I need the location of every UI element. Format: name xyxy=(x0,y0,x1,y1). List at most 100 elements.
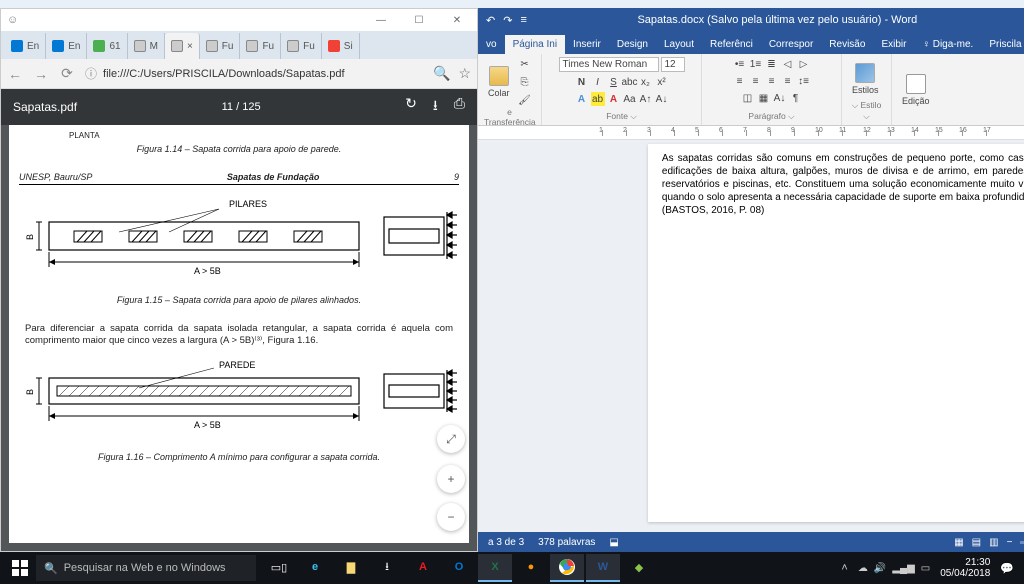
styles-button[interactable]: Estilos xyxy=(848,61,883,97)
status-words[interactable]: 378 palavras xyxy=(538,537,595,548)
tray-wifi-icon[interactable]: ▂▄▆ xyxy=(892,563,914,574)
tab-9[interactable]: Si xyxy=(322,33,360,59)
tab-layout[interactable]: Layout xyxy=(656,35,702,54)
sort-button[interactable]: A↓ xyxy=(773,91,787,105)
tray-battery-icon[interactable]: ▭ xyxy=(921,563,930,574)
edit-button[interactable]: Edição xyxy=(898,72,934,108)
numbering-button[interactable]: 1≡ xyxy=(749,57,763,71)
tab-exibir[interactable]: Exibir xyxy=(873,35,914,54)
bookmark-star-icon[interactable]: ☆ xyxy=(458,65,471,82)
font-size-select[interactable]: 12 xyxy=(661,57,685,72)
tell-me[interactable]: ♀ Diga-me. xyxy=(914,35,981,54)
tray-icons[interactable]: ☁ 🔊 ▂▄▆ ▭ xyxy=(858,563,930,574)
shading-button[interactable]: ◫ xyxy=(741,91,755,105)
multilevel-button[interactable]: ≣ xyxy=(765,57,779,71)
cut-icon[interactable]: ✂ xyxy=(518,57,532,71)
print-layout-icon[interactable]: ▤ xyxy=(972,537,981,548)
pdf-viewport[interactable]: PLANTA Figura 1.14 – Sapata corrida para… xyxy=(1,125,477,551)
read-mode-icon[interactable]: ▦ xyxy=(954,537,963,548)
shrink-font-button[interactable]: A↓ xyxy=(655,92,669,106)
pdf-zoom-out-button[interactable]: − xyxy=(437,503,465,531)
task-word[interactable]: W xyxy=(586,554,620,582)
task-app[interactable]: ◆ xyxy=(622,554,656,582)
superscript-button[interactable]: x² xyxy=(655,75,669,89)
word-canvas[interactable]: As sapatas corridas são comuns em constr… xyxy=(478,140,1024,532)
pdf-fit-button[interactable]: ⤢ xyxy=(437,425,465,453)
pdf-zoom-in-button[interactable]: + xyxy=(437,465,465,493)
tab-inserir[interactable]: Inserir xyxy=(565,35,609,54)
tab-arquivo[interactable]: vo xyxy=(478,35,505,54)
tab-revisao[interactable]: Revisão xyxy=(821,35,873,54)
font-color-button[interactable]: A xyxy=(607,92,621,106)
task-view-icon[interactable]: ▭▯ xyxy=(262,554,296,582)
chrome-max-button[interactable]: ☐ xyxy=(401,10,437,30)
cortana-search[interactable]: 🔍 Pesquisar na Web e no Windows xyxy=(36,555,256,581)
web-layout-icon[interactable]: ▥ xyxy=(989,537,998,548)
font-select[interactable]: Times New Roman xyxy=(559,57,659,72)
tab-7[interactable]: Fu xyxy=(240,33,281,59)
bullets-button[interactable]: •≡ xyxy=(733,57,747,71)
line-spacing-button[interactable]: ↕≡ xyxy=(797,74,811,88)
rotate-icon[interactable]: ↻ xyxy=(405,95,417,119)
task-chrome[interactable] xyxy=(550,554,584,582)
start-button[interactable] xyxy=(4,554,36,582)
tab-outlook-2[interactable]: En xyxy=(46,33,87,59)
task-firefox[interactable]: ● xyxy=(514,554,548,582)
zoom-slider[interactable] xyxy=(1020,541,1024,544)
indent-inc-button[interactable]: ▷ xyxy=(797,57,811,71)
search-page-icon[interactable]: 🔍 xyxy=(433,65,450,82)
back-button[interactable]: ← xyxy=(7,66,23,82)
reload-button[interactable]: ⟳ xyxy=(59,66,75,82)
task-outlook[interactable]: O xyxy=(442,554,476,582)
align-center-button[interactable]: ≡ xyxy=(749,74,763,88)
italic-button[interactable]: I xyxy=(591,75,605,89)
text-effects-button[interactable]: A xyxy=(575,92,589,106)
download-icon[interactable]: ⭳ xyxy=(433,95,438,119)
chrome-close-button[interactable]: ✕ xyxy=(439,10,475,30)
horizontal-ruler[interactable]: 1234567891011121314151617 xyxy=(478,126,1024,140)
align-right-button[interactable]: ≡ xyxy=(765,74,779,88)
copy-icon[interactable]: ⎘ xyxy=(518,75,532,89)
tab-8[interactable]: Fu xyxy=(281,33,322,59)
status-lang-icon[interactable]: ⬓ xyxy=(609,537,618,548)
zoom-out-icon[interactable]: − xyxy=(1007,537,1013,548)
tab-pagina-inicial[interactable]: Página Ini xyxy=(505,35,565,54)
redo-icon[interactable]: ↷ xyxy=(503,14,512,27)
indent-dec-button[interactable]: ◁ xyxy=(781,57,795,71)
chrome-profile-icon[interactable]: ☺ xyxy=(3,14,18,26)
tab-outlook-1[interactable]: En xyxy=(5,33,46,59)
tab-corresp[interactable]: Correspor xyxy=(761,35,821,54)
paste-button[interactable]: Colar xyxy=(484,64,514,100)
task-acrobat[interactable]: A xyxy=(406,554,440,582)
task-excel[interactable]: X xyxy=(478,554,512,582)
show-marks-button[interactable]: ¶ xyxy=(789,91,803,105)
tab-6[interactable]: Fu xyxy=(200,33,241,59)
chrome-min-button[interactable]: — xyxy=(363,10,399,30)
pdf-page-indicator[interactable]: 11 / 125 xyxy=(222,101,261,113)
user-name[interactable]: Priscila Re... xyxy=(981,35,1024,54)
bold-button[interactable]: N xyxy=(575,75,589,89)
format-painter-icon[interactable]: 🖌 xyxy=(518,93,532,107)
tab-3[interactable]: 61 xyxy=(87,33,127,59)
strike-button[interactable]: abc xyxy=(623,75,637,89)
underline-button[interactable]: S xyxy=(607,75,621,89)
tab-design[interactable]: Design xyxy=(609,35,656,54)
case-button[interactable]: Aa xyxy=(623,92,637,106)
tray-up-icon[interactable]: ˄ xyxy=(841,562,847,574)
tab-referencias[interactable]: Referênci xyxy=(702,35,761,54)
action-center-icon[interactable]: 💬 xyxy=(1000,562,1014,575)
task-store[interactable]: ⭳ xyxy=(370,554,404,582)
subscript-button[interactable]: x₂ xyxy=(639,75,653,89)
print-icon[interactable]: ⎙ xyxy=(454,95,465,119)
tab-active[interactable]: × xyxy=(165,33,200,59)
tray-cloud-icon[interactable]: ☁ xyxy=(858,563,868,574)
align-left-button[interactable]: ≡ xyxy=(733,74,747,88)
grow-font-button[interactable]: A↑ xyxy=(639,92,653,106)
task-edge[interactable]: e xyxy=(298,554,332,582)
justify-button[interactable]: ≡ xyxy=(781,74,795,88)
task-explorer[interactable]: ▇ xyxy=(334,554,368,582)
forward-button[interactable]: → xyxy=(33,66,49,82)
tray-volume-icon[interactable]: 🔊 xyxy=(874,563,886,574)
tab-4[interactable]: M xyxy=(128,33,165,59)
address-bar[interactable]: ⓘ file:///C:/Users/PRISCILA/Downloads/Sa… xyxy=(85,65,423,82)
